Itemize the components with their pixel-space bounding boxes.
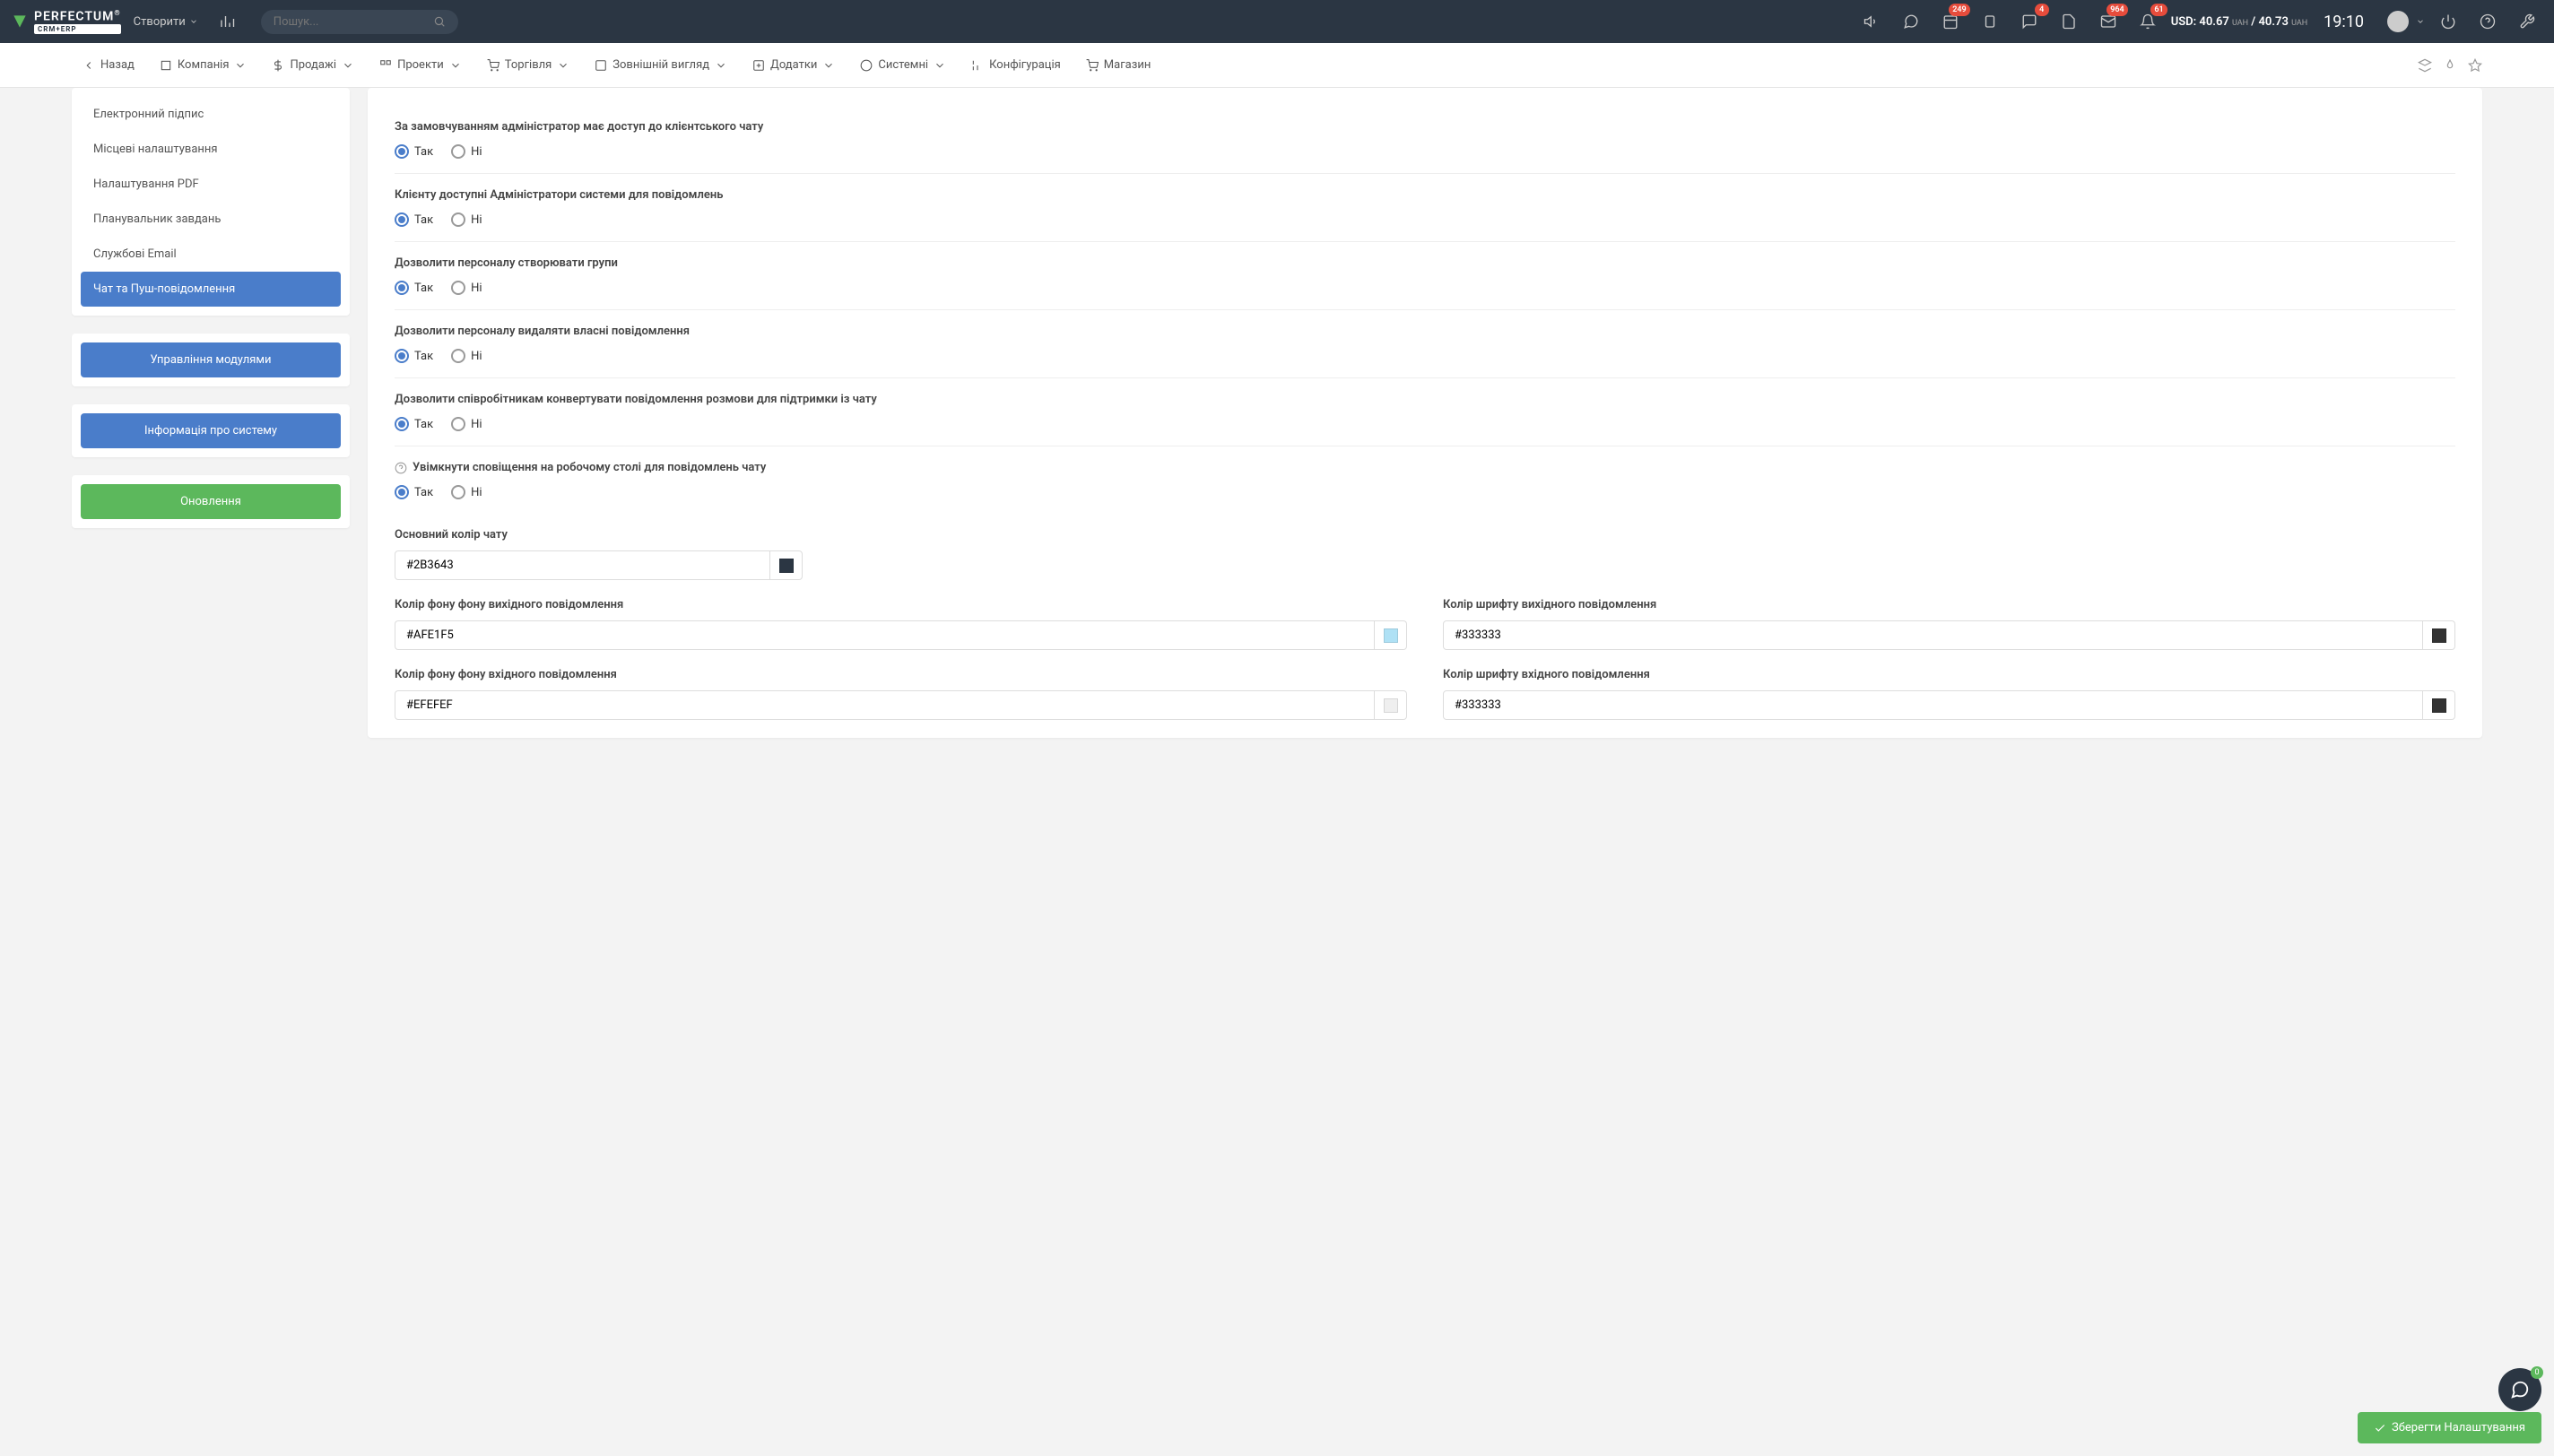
setting-label: Клієнту доступні Адміністратори системи … xyxy=(395,188,2455,202)
sidebar-link-scheduler[interactable]: Планувальник завдань xyxy=(81,202,341,237)
search-icon xyxy=(433,15,446,28)
main-panel: За замовчуванням адміністратор має досту… xyxy=(368,88,2482,738)
nav-system[interactable]: Системні xyxy=(849,51,957,79)
color-out-bg-label: Колір фону фону вихідного повідомлення xyxy=(395,598,1407,611)
nav-trade[interactable]: Торгівля xyxy=(476,51,581,79)
avatar[interactable] xyxy=(2387,11,2409,32)
sidebar: Електронний підпис Місцеві налаштування … xyxy=(72,88,350,528)
modules-button[interactable]: Управління модулями xyxy=(81,342,341,377)
logo-badge: CRM+ERP xyxy=(34,24,121,34)
radio-no[interactable]: Ні xyxy=(451,417,482,431)
nav-projects[interactable]: Проекти xyxy=(369,51,473,79)
chevron-down-icon xyxy=(822,59,835,72)
radio-no[interactable]: Ні xyxy=(451,485,482,499)
sidebar-link-local[interactable]: Місцеві налаштування xyxy=(81,132,341,167)
calendar-icon[interactable]: 249 xyxy=(1934,5,1967,38)
chat-fab-badge: 0 xyxy=(2531,1366,2543,1379)
check-icon xyxy=(2374,1422,2386,1434)
chevron-down-icon xyxy=(715,59,727,72)
nav-company[interactable]: Компанія xyxy=(149,51,258,79)
color-in-font-label: Колір шрифту вхідного повідомлення xyxy=(1443,668,2455,681)
save-button[interactable]: Зберегти Налаштування xyxy=(2358,1412,2541,1443)
stats-icon[interactable] xyxy=(211,5,243,38)
search-input[interactable] xyxy=(274,15,433,29)
radio-no[interactable]: Ні xyxy=(451,349,482,363)
sidebar-link-chat[interactable]: Чат та Пуш-повідомлення xyxy=(81,272,341,307)
chevron-down-icon xyxy=(342,59,354,72)
tools-icon[interactable] xyxy=(2511,5,2543,38)
setting-label: За замовчуванням адміністратор має досту… xyxy=(395,120,2455,134)
logo-icon xyxy=(11,13,29,30)
radio-no[interactable]: Ні xyxy=(451,212,482,227)
setting-label: Дозволити співробітникам конвертувати по… xyxy=(395,393,2455,406)
color-out-bg-input[interactable] xyxy=(395,620,1375,650)
search-box[interactable] xyxy=(261,10,458,34)
chevron-down-icon xyxy=(934,59,946,72)
color-out-font-label: Колір шрифту вихідного повідомлення xyxy=(1443,598,2455,611)
navbar: Назад Компанія Продажі Проекти Торгівля … xyxy=(0,43,2554,88)
radio-yes[interactable]: Так xyxy=(395,485,433,499)
radio-no[interactable]: Ні xyxy=(451,144,482,159)
sysinfo-button[interactable]: Інформація про систему xyxy=(81,413,341,448)
logo-text: PERFECTUM® xyxy=(34,9,121,24)
chevron-down-icon xyxy=(234,59,247,72)
chevron-down-icon xyxy=(557,59,569,72)
color-in-bg-input[interactable] xyxy=(395,690,1375,720)
create-dropdown[interactable]: Створити xyxy=(128,15,204,29)
color-out-bg-swatch[interactable] xyxy=(1375,620,1407,650)
nav-addons[interactable]: Додатки xyxy=(742,51,846,79)
color-out-font-input[interactable] xyxy=(1443,620,2423,650)
sidebar-link-email[interactable]: Службові Email xyxy=(81,237,341,272)
chat-icon[interactable]: 4 xyxy=(2013,5,2046,38)
message-icon[interactable] xyxy=(1895,5,1927,38)
color-in-bg-label: Колір фону фону вхідного повідомлення xyxy=(395,668,1407,681)
nav-back[interactable]: Назад xyxy=(72,51,145,79)
help-icon[interactable] xyxy=(2471,5,2504,38)
radio-yes[interactable]: Так xyxy=(395,349,433,363)
color-main-input[interactable] xyxy=(395,550,770,580)
avatar-chevron-icon[interactable] xyxy=(2416,17,2425,26)
nav-config[interactable]: Конфігурація xyxy=(960,51,1072,79)
power-icon[interactable] xyxy=(2432,5,2464,38)
sound-icon[interactable] xyxy=(1855,5,1888,38)
nav-appearance[interactable]: Зовнішній вигляд xyxy=(584,51,738,79)
color-in-bg-swatch[interactable] xyxy=(1375,690,1407,720)
color-in-font-input[interactable] xyxy=(1443,690,2423,720)
layers-icon[interactable] xyxy=(2418,58,2432,73)
color-main-swatch[interactable] xyxy=(770,550,803,580)
update-button[interactable]: Оновлення xyxy=(81,484,341,519)
help-circle-icon xyxy=(395,462,407,474)
nav-shop[interactable]: Магазин xyxy=(1075,51,1162,79)
flame-icon[interactable] xyxy=(2443,58,2457,73)
radio-yes[interactable]: Так xyxy=(395,281,433,295)
color-out-font-swatch[interactable] xyxy=(2423,620,2455,650)
radio-yes[interactable]: Так xyxy=(395,144,433,159)
radio-yes[interactable]: Так xyxy=(395,417,433,431)
logo[interactable]: PERFECTUM® CRM+ERP xyxy=(11,9,121,34)
chat-bubble-icon xyxy=(2510,1380,2530,1400)
chevron-down-icon xyxy=(449,59,462,72)
clipboard-icon[interactable] xyxy=(1974,5,2006,38)
radio-no[interactable]: Ні xyxy=(451,281,482,295)
document-icon[interactable] xyxy=(2053,5,2085,38)
setting-label: Дозволити персоналу видаляти власні пові… xyxy=(395,325,2455,338)
clock: 19:10 xyxy=(2324,13,2364,31)
color-in-font-swatch[interactable] xyxy=(2423,690,2455,720)
chevron-down-icon xyxy=(189,17,198,26)
star-icon[interactable] xyxy=(2468,58,2482,73)
radio-yes[interactable]: Так xyxy=(395,212,433,227)
sidebar-link-pdf[interactable]: Налаштування PDF xyxy=(81,167,341,202)
bell-icon[interactable]: 61 xyxy=(2132,5,2164,38)
topbar: PERFECTUM® CRM+ERP Створити 249 4 964 61… xyxy=(0,0,2554,43)
setting-label: Дозволити персоналу створювати групи xyxy=(395,256,2455,270)
setting-label: Увімкнути сповіщення на робочому столі д… xyxy=(395,461,2455,474)
nav-sales[interactable]: Продажі xyxy=(261,51,365,79)
color-main-label: Основний колір чату xyxy=(395,528,2455,542)
currency-display: USD: 40.67 UAH / 40.73 UAH xyxy=(2171,15,2307,29)
chat-fab[interactable]: 0 xyxy=(2498,1368,2541,1411)
sidebar-link-signature[interactable]: Електронний підпис xyxy=(81,97,341,132)
mail-icon[interactable]: 964 xyxy=(2092,5,2124,38)
